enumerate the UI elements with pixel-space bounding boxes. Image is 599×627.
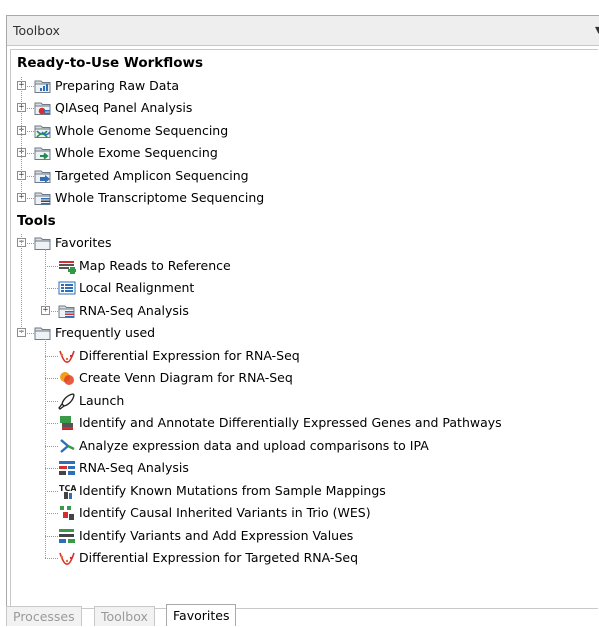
folder-amplicon-icon: [34, 167, 52, 185]
trio-variants-icon: [58, 504, 76, 522]
frequent-item-9-label: Differential Expression for Targeted RNA…: [79, 550, 358, 565]
diff-expression-icon: [58, 549, 76, 567]
tree-node-favorites[interactable]: − Favorites: [11, 232, 596, 254]
tab-favorites[interactable]: Favorites: [166, 604, 237, 626]
favorite-item-0-label: Map Reads to Reference: [79, 257, 231, 273]
frequent-item-6-label: Identify Known Mutations from Sample Map…: [79, 482, 386, 498]
favorite-item-1[interactable]: Local Realignment: [11, 277, 596, 299]
workflow-icon: [58, 414, 76, 432]
map-reads-icon: [58, 257, 77, 275]
ipa-upload-icon: [58, 437, 76, 455]
known-mutations-icon: TCA: [58, 482, 77, 500]
workflow-item-2[interactable]: + Whole Genome Sequencing: [11, 120, 596, 142]
workflow-item-5[interactable]: + Whole Transcriptome Sequencing: [11, 187, 596, 209]
favorite-item-2-label: RNA-Seq Analysis: [79, 302, 189, 318]
frequent-item-9[interactable]: Differential Expression for Targeted RNA…: [11, 547, 596, 569]
workflow-item-5-label: Whole Transcriptome Sequencing: [55, 190, 265, 205]
folder-plain-icon: [34, 234, 52, 252]
folder-chart-icon: [34, 77, 52, 95]
folder-qiaseq-icon: [34, 99, 52, 117]
workflow-item-4-label: Targeted Amplicon Sequencing: [55, 167, 249, 183]
favorite-item-0[interactable]: Map Reads to Reference: [11, 255, 596, 277]
workflow-item-1[interactable]: + QIAseq Panel Analysis: [11, 97, 596, 119]
frequent-item-8[interactable]: Identify Variants and Add Expression Val…: [11, 525, 596, 547]
workflow-item-4[interactable]: + Targeted Amplicon Sequencing: [11, 165, 596, 187]
toolbox-tree: Ready-to-Use Workflows + Preparing Raw Dat…: [10, 49, 598, 609]
panel-title-bar: Toolbox ▾: [7, 16, 599, 46]
workflow-item-3[interactable]: + Whole Exome Sequencing: [11, 142, 596, 164]
folder-exome-icon: [34, 144, 52, 162]
workflow-item-1-label: QIAseq Panel Analysis: [55, 100, 193, 115]
frequent-item-4[interactable]: Analyze expression data and upload compa…: [11, 435, 596, 457]
frequent-item-0-label: Differential Expression for RNA-Seq: [79, 347, 300, 363]
folder-transcriptome-icon: [34, 189, 52, 207]
rocket-icon: [58, 392, 76, 410]
frequent-item-7-label: Identify Causal Inherited Variants in Tr…: [79, 505, 371, 520]
frequent-item-2-label: Launch: [79, 392, 125, 408]
frequent-item-0[interactable]: Differential Expression for RNA-Seq: [11, 345, 596, 367]
frequent-item-7[interactable]: Identify Causal Inherited Variants in Tr…: [11, 502, 596, 524]
panel-tabs: Processes Toolbox Favorites: [6, 604, 267, 626]
workflow-item-0-label: Preparing Raw Data: [55, 77, 180, 93]
folder-genome-icon: [34, 122, 52, 140]
variants-expression-icon: [58, 527, 76, 545]
favorite-item-1-label: Local Realignment: [79, 280, 195, 295]
tree-node-favorites-label: Favorites: [55, 235, 112, 250]
frequent-item-6[interactable]: TCA Identify Known Mutations from Sample …: [11, 480, 596, 502]
frequent-item-1-label: Create Venn Diagram for RNA-Seq: [79, 370, 293, 385]
folder-rnaseq-icon: [58, 302, 76, 320]
tab-toolbox[interactable]: Toolbox: [94, 606, 155, 626]
workflow-item-3-label: Whole Exome Sequencing: [55, 145, 218, 160]
svg-text:TCA: TCA: [59, 484, 76, 493]
folder-plain-icon: [34, 324, 52, 342]
tree-node-frequently-used[interactable]: − Frequently used: [11, 322, 596, 344]
local-realignment-icon: [58, 279, 76, 297]
frequent-item-5[interactable]: RNA-Seq Analysis: [11, 457, 596, 479]
rnaseq-icon: [58, 459, 76, 477]
panel-menu-icon[interactable]: ▾: [595, 22, 599, 38]
favorite-item-2[interactable]: + RNA-Seq Analysis: [11, 300, 596, 322]
workflow-item-0[interactable]: + Preparing Raw Data: [11, 75, 596, 97]
frequent-item-4-label: Analyze expression data and upload compa…: [79, 437, 429, 453]
frequent-item-1[interactable]: Create Venn Diagram for RNA-Seq: [11, 367, 596, 389]
panel-title: Toolbox: [13, 23, 60, 38]
section-heading-tools: Tools: [17, 212, 56, 229]
frequent-item-8-label: Identify Variants and Add Expression Val…: [79, 527, 354, 543]
frequent-item-2[interactable]: Launch: [11, 390, 596, 412]
workflow-item-2-label: Whole Genome Sequencing: [55, 122, 229, 138]
venn-diagram-icon: [58, 369, 76, 387]
frequent-item-3[interactable]: Identify and Annotate Differentially Exp…: [11, 412, 596, 434]
diff-expression-icon: [58, 347, 76, 365]
section-heading-workflows: Ready-to-Use Workflows: [17, 55, 204, 71]
toolbox-panel: Toolbox ▾ Ready-to-Use Workflows + Prepari…: [6, 15, 599, 626]
tree-node-frequently-used-label: Frequently used: [55, 325, 156, 340]
frequent-item-3-label: Identify and Annotate Differentially Exp…: [79, 415, 502, 430]
frequent-item-5-label: RNA-Seq Analysis: [79, 460, 189, 475]
tab-processes[interactable]: Processes: [6, 606, 82, 626]
